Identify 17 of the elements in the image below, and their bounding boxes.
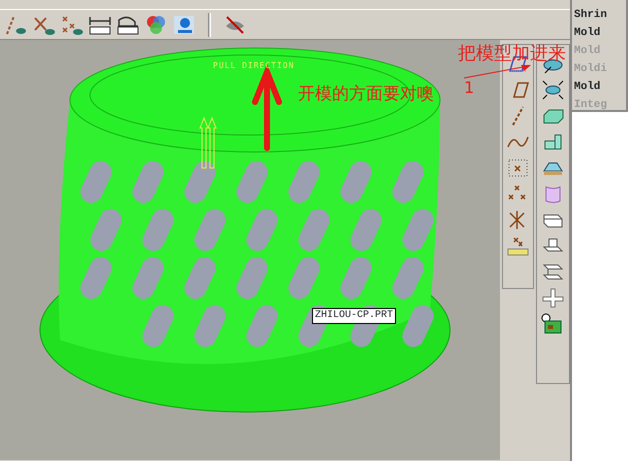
measure-curve-icon[interactable] [116,14,140,36]
leader-line [464,65,531,78]
model-name-label: ZHILOU-CP.PRT [312,308,396,324]
sketched-point-icon[interactable] [506,157,530,179]
pull-direction-label: PULL DIRECTION [213,60,294,72]
datum-point-display-icon[interactable] [60,14,84,36]
pull-direction-arrow-icon [199,116,217,168]
cross-section-icon[interactable] [541,287,565,309]
color-wheel-icon[interactable] [144,14,168,36]
menu-item[interactable]: Shrin [572,6,626,24]
menu-item[interactable]: Mold [572,78,626,96]
annotation-text: 开模的方面要对噢 [298,86,434,103]
shrinkage-icon[interactable] [541,79,565,101]
sphere-render-icon[interactable] [172,14,196,36]
menu-item[interactable]: Mold [572,24,626,42]
step-number: 1 [464,80,474,96]
point-offset-icon[interactable] [506,235,530,257]
